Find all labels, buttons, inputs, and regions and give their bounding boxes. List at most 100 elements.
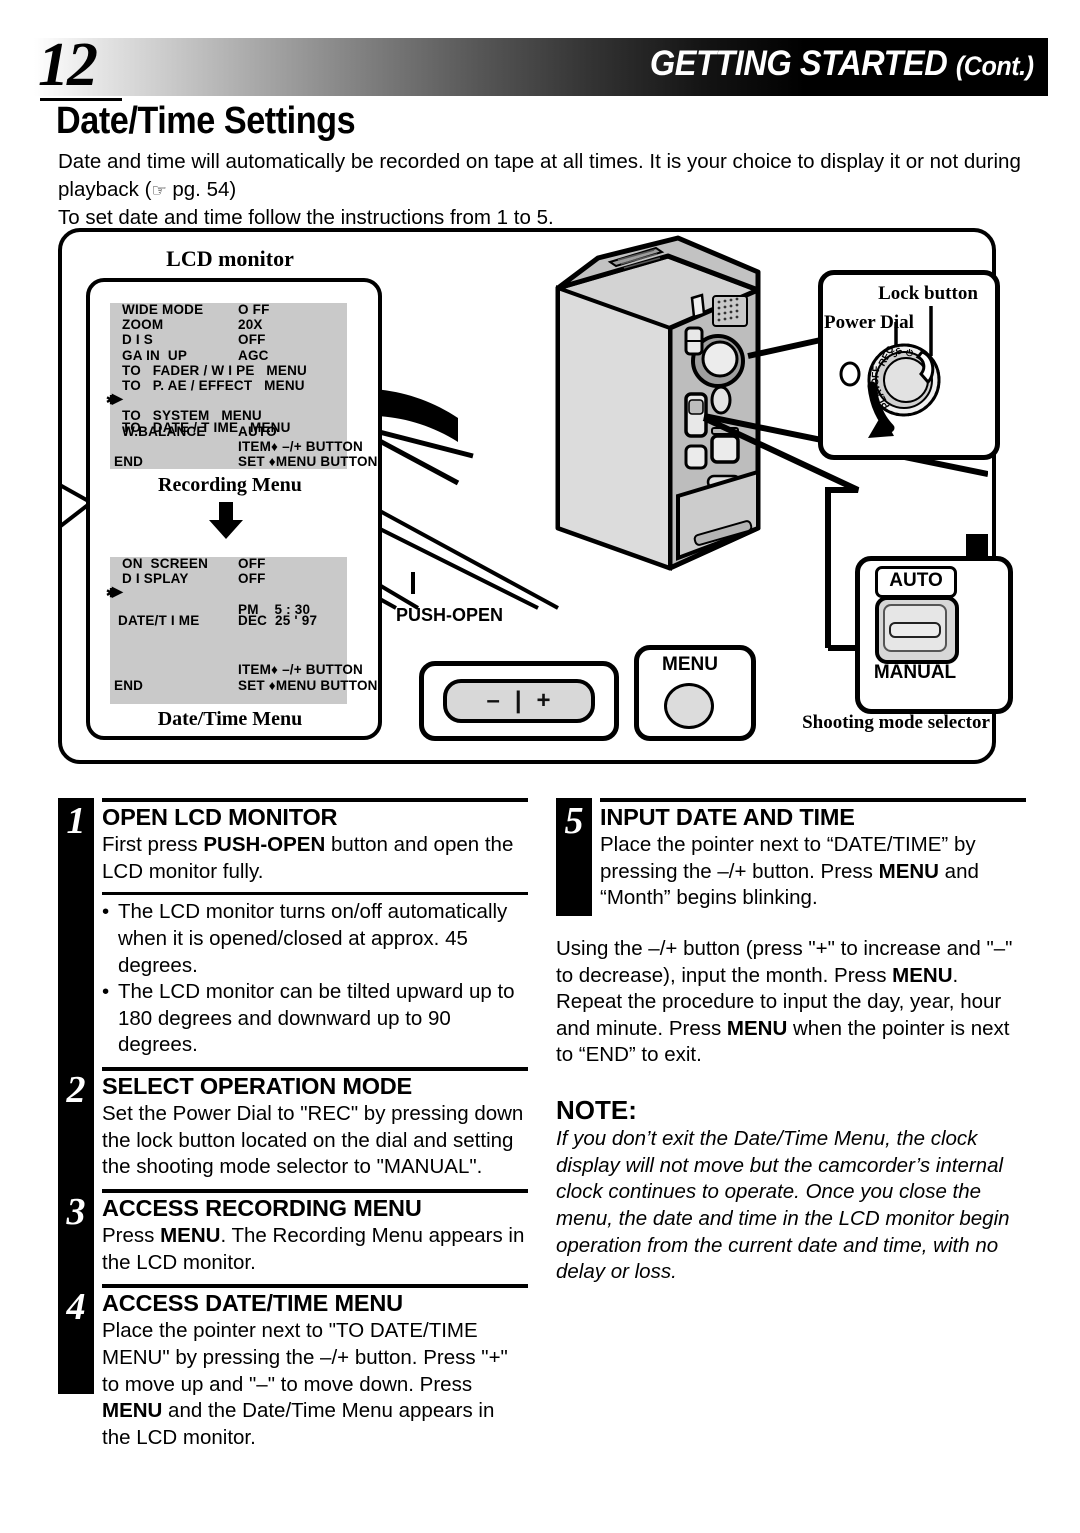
step-body-bold: MENU xyxy=(102,1399,163,1423)
menu-row: ON SCREEN OFF xyxy=(110,557,347,572)
menu-row: GA IN UP AGC xyxy=(110,349,347,364)
step-divider xyxy=(102,892,528,896)
blinking-pointer-icon: ✱ ▶ xyxy=(106,583,126,601)
menu-row: TO FADER / W I PE MENU xyxy=(110,364,347,379)
step-body-pre: Press xyxy=(102,1224,161,1248)
date-time-menu-screen: ON SCREEN OFF D I SPLAY OFF ✱ ▶ DATE/T I ME… xyxy=(106,557,377,704)
step-divider xyxy=(102,1189,528,1194)
menu-footer-end-label: END xyxy=(114,677,144,693)
intro-line-1: Date and time will automatically be reco… xyxy=(58,150,1021,173)
step-body-bold: MENU xyxy=(160,1224,221,1248)
menu-item-value: OFF xyxy=(238,571,266,587)
menu-item-label: ON SCREEN xyxy=(122,556,209,571)
step-number: 4 xyxy=(58,1284,94,1327)
menu-row-selected: ✱ ▶ DATE/T I ME DEC 25 ' 97 xyxy=(106,584,347,628)
step-divider xyxy=(102,1284,528,1289)
bullet-item: The LCD monitor can be tilted upward up … xyxy=(102,979,528,1059)
step-body: Place the pointer next to "TO DATE/TIME … xyxy=(102,1318,528,1451)
instructions-left-column: 1 OPEN LCD MONITOR First press PUSH-OPEN… xyxy=(58,798,528,1452)
bullet-item: The LCD monitor turns on/off automatical… xyxy=(102,899,528,979)
step-3: 3 ACCESS RECORDING MENU Press MENU. The … xyxy=(58,1189,528,1276)
menu-footer-item: ITEM♦ –/+ BUTTON xyxy=(110,440,363,455)
step-body: Place the pointer next to “DATE/TIME” by… xyxy=(600,832,1026,912)
step-body-bold: MENU xyxy=(878,859,939,883)
lcd-monitor-label: LCD monitor xyxy=(166,246,294,271)
step-body: Set the Power Dial to "REC" by pressing … xyxy=(102,1102,524,1179)
header-title-text: GETTING STARTED xyxy=(650,44,948,83)
blinking-pointer-icon: ✱ ▶ xyxy=(106,390,126,408)
intro-line-2: playback (☞ pg. 54) xyxy=(58,176,1043,204)
step-heading: ACCESS DATE/TIME MENU xyxy=(102,1290,403,1317)
step-body: Press MENU. The Recording Menu appears i… xyxy=(102,1223,528,1276)
step-body-bold: PUSH-OPEN xyxy=(203,833,326,856)
step-divider xyxy=(600,798,1026,802)
pointing-hand-icon: ☞ xyxy=(151,180,167,201)
shooting-mode-selector-label: Shooting mode selector xyxy=(802,712,990,733)
menu-item-value: PM 5 : 30 xyxy=(238,601,311,617)
menu-footer-item-text: ITEM♦ –/+ BUTTON xyxy=(238,662,363,678)
menu-spacer xyxy=(110,633,347,648)
step-body-pre: Place the pointer next to "TO DATE/TIME … xyxy=(102,1319,508,1396)
menu-item-label: WIDE MODE xyxy=(122,302,204,317)
menu-row: TO P. AE / EFFECT MENU xyxy=(110,379,347,394)
menu-footer-end: END SET ♦MENU BUTTON xyxy=(110,677,377,694)
menu-footer-end-text: SET ♦MENU BUTTON xyxy=(238,453,378,469)
menu-footer-item-text: ITEM♦ –/+ BUTTON xyxy=(238,438,363,454)
menu-item-label: TO SYSTEM MENU xyxy=(122,408,262,424)
menu-spacer xyxy=(110,618,347,633)
menu-row: ZOOM 20X xyxy=(110,318,347,333)
menu-row: TO SYSTEM MENU xyxy=(110,409,347,424)
note-heading: NOTE: xyxy=(556,1095,637,1126)
step-body-pre: First press xyxy=(102,833,204,856)
intro-text: Date and time will automatically be reco… xyxy=(58,148,1043,232)
recording-menu-screen: WIDE MODE O FF ZOOM 20X D I S OFF GA IN UP A… xyxy=(106,302,377,470)
svg-text:⏻: ⏻ xyxy=(906,348,914,359)
step-1: 1 OPEN LCD MONITOR First press PUSH-OPEN… xyxy=(58,798,528,1059)
menu-button-label: MENU xyxy=(662,654,718,675)
pointer-triangle: ▶ xyxy=(112,390,123,407)
menu-item-label: GA IN UP xyxy=(122,347,188,363)
date-time-menu-caption: Date/Time Menu xyxy=(157,708,303,730)
divider-bar: | xyxy=(514,687,523,714)
menu-footer-end-text: SET ♦MENU BUTTON xyxy=(238,677,378,693)
menu-item-label: W.BALANCE xyxy=(122,423,206,439)
menu-spacer xyxy=(110,648,347,663)
step-number: 5 xyxy=(556,798,592,840)
page-title: Date/Time Settings xyxy=(56,100,356,142)
step-number: 2 xyxy=(58,1067,94,1110)
menu-button[interactable] xyxy=(664,683,714,729)
manual-label: MANUAL xyxy=(873,662,957,683)
plus-label: + xyxy=(536,687,552,714)
step-number: 1 xyxy=(58,798,94,840)
header-title: GETTING STARTED (Cont.) xyxy=(650,44,1034,84)
power-dial-graphic[interactable]: REC 5S ⏻ OFF PLAY xyxy=(818,270,990,450)
menu-item-value: AUTO xyxy=(238,423,277,439)
menu-item-value: AGC xyxy=(238,347,269,363)
menu-item-label: TO FADER / W I PE MENU xyxy=(122,362,307,378)
menu-item-label: D I SPLAY xyxy=(122,571,189,587)
menu-item-value: OFF xyxy=(238,556,266,571)
menu-footer-end: END SET ♦MENU BUTTON xyxy=(110,455,377,470)
menu-row: PM 5 : 30 xyxy=(110,603,347,618)
step-4: 4 ACCESS DATE/TIME MENU Place the pointe… xyxy=(58,1284,528,1451)
note-body: If you don’t exit the Date/Time Menu, th… xyxy=(556,1127,1010,1284)
menu-item-value: 20X xyxy=(238,317,263,333)
page-header: 12 GETTING STARTED (Cont.) xyxy=(34,34,1048,101)
right-paragraph: Using the –/+ button (press "+" to incre… xyxy=(556,936,1026,1069)
shooting-mode-selector-knob[interactable] xyxy=(889,622,941,638)
push-open-label: PUSH-OPEN xyxy=(396,605,504,625)
step-body: First press PUSH-OPEN button and open th… xyxy=(102,832,528,885)
step-heading: OPEN LCD MONITOR xyxy=(102,804,338,830)
menu-row: W.BALANCE AUTO xyxy=(110,423,347,440)
instructions-right-column: 5 INPUT DATE AND TIME Place the pointer … xyxy=(556,798,1026,1286)
auto-label: AUTO xyxy=(875,566,957,598)
menu-footer-item: ITEM♦ –/+ BUTTON xyxy=(110,663,363,678)
intro-line-2-pre: playback ( xyxy=(58,177,152,201)
minus-plus-button[interactable]: – | + xyxy=(443,679,595,723)
menu-row-selected: ✱ ▶ TO DATE / T IME MENU xyxy=(106,391,347,435)
step-number: 3 xyxy=(58,1189,94,1232)
step-heading: INPUT DATE AND TIME xyxy=(600,804,855,830)
page-number: 12 xyxy=(38,31,98,99)
intro-line-2-post: pg. 54) xyxy=(166,177,237,201)
pointer-triangle: ▶ xyxy=(112,583,123,600)
